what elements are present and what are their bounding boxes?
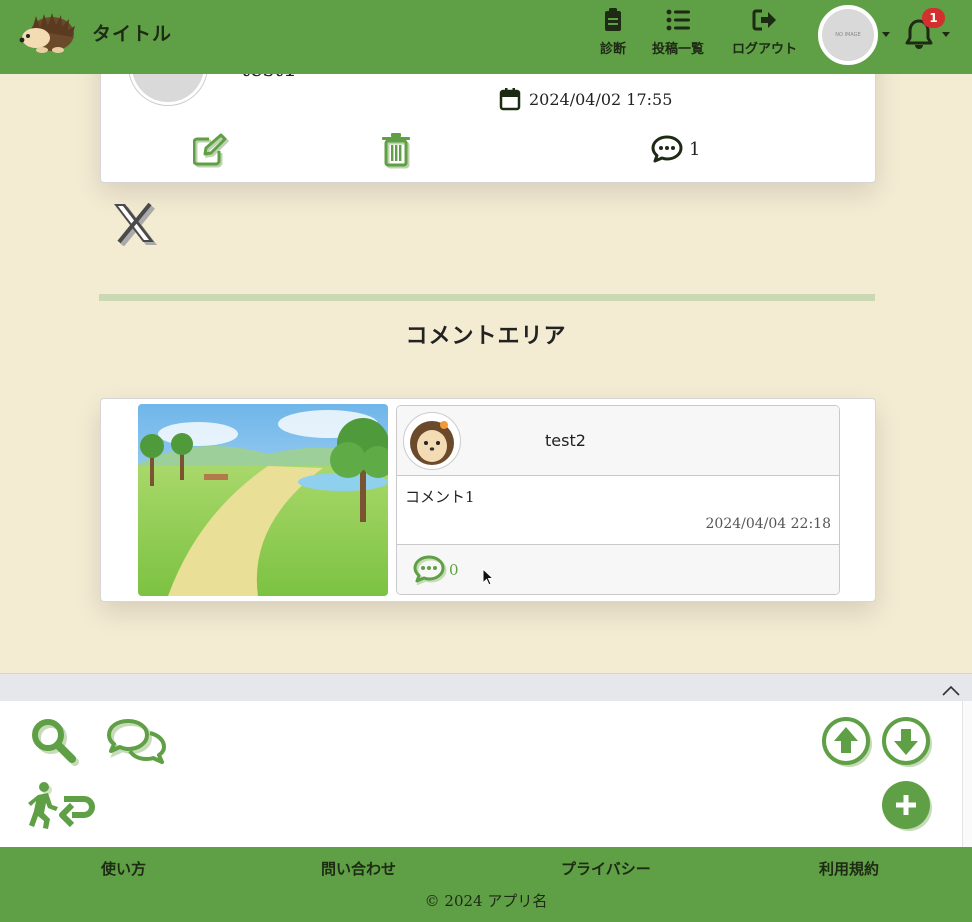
- nav-post-list-label: 投稿一覧: [652, 42, 705, 57]
- post-comment-count-text: 1: [689, 138, 701, 160]
- post-date: 2024/04/02 17:55: [499, 87, 672, 111]
- footer-link-terms[interactable]: 利用規約: [819, 858, 879, 879]
- landscape-illustration: [138, 404, 388, 596]
- search-button[interactable]: [30, 717, 80, 771]
- footer-link-privacy[interactable]: プライバシー: [561, 858, 651, 879]
- scroll-bottom-button[interactable]: [882, 717, 936, 775]
- chevron-up-icon[interactable]: [941, 682, 961, 701]
- reply-bubble-icon: [413, 555, 447, 585]
- comment-area-title: コメントエリア: [405, 323, 567, 349]
- copyright-text: © 2024 アプリ名: [424, 892, 548, 910]
- hedgehog-avatar-icon: [410, 421, 454, 465]
- chat-bubbles-icon: [107, 719, 166, 764]
- arrow-down-circle-icon: [882, 717, 932, 767]
- notification-dropdown-caret-icon[interactable]: [942, 32, 950, 37]
- toolbar-scrollbar[interactable]: [962, 701, 972, 847]
- nav-post-list[interactable]: 投稿一覧: [652, 8, 704, 57]
- list-icon: [666, 9, 690, 31]
- search-icon: [32, 719, 79, 766]
- person-return-icon: [28, 782, 95, 829]
- commenter-username[interactable]: test2: [545, 431, 586, 450]
- mouse-cursor-icon: [482, 567, 495, 590]
- comment-date: 2024/04/04 22:18: [705, 516, 832, 532]
- clipboard-icon: [605, 8, 621, 31]
- no-image-placeholder: NO IMAGE: [822, 9, 874, 61]
- add-post-button[interactable]: [882, 781, 936, 839]
- edit-icon: [192, 133, 230, 168]
- chat-button[interactable]: [106, 717, 170, 773]
- notification-badge: 1: [922, 8, 945, 28]
- reply-count-button[interactable]: 0: [413, 555, 459, 585]
- x-share-icon[interactable]: [112, 202, 160, 250]
- trash-icon: [382, 133, 410, 169]
- footer-link-contact[interactable]: 問い合わせ: [321, 858, 396, 879]
- top-navbar: タイトル 診断 投稿一覧 ログアウト NO IMAGE 1: [0, 0, 972, 74]
- app-title[interactable]: タイトル: [92, 19, 172, 46]
- toolbar-collapse-bar: [0, 673, 972, 702]
- walk-back-button[interactable]: [28, 781, 96, 839]
- comment-header: test2: [397, 406, 839, 476]
- calendar-icon: [499, 88, 521, 111]
- footer: 使い方 問い合わせ プライバシー 利用規約 © 2024 アプリ名: [0, 847, 972, 922]
- commenter-avatar[interactable]: [403, 412, 461, 470]
- comment-footer: 0: [397, 544, 839, 594]
- scroll-top-button[interactable]: [822, 717, 876, 775]
- footer-link-howto[interactable]: 使い方: [101, 858, 146, 879]
- nav-logout-label: ログアウト: [732, 42, 798, 57]
- hedgehog-logo-icon[interactable]: [16, 10, 78, 54]
- avatar-dropdown-caret-icon[interactable]: [882, 32, 890, 37]
- arrow-up-circle-icon: [822, 717, 872, 767]
- post-comment-count[interactable]: 1: [651, 135, 700, 163]
- nav-diagnosis-label: 診断: [600, 42, 627, 57]
- comment-bubble-icon: [651, 135, 683, 163]
- logout-icon: [752, 9, 776, 31]
- user-avatar-button[interactable]: NO IMAGE: [818, 5, 878, 65]
- section-divider: [99, 294, 875, 301]
- comment-item: test2 コメント1 2024/04/04 22:18 0: [396, 405, 840, 595]
- comment-text: コメント1: [405, 488, 475, 506]
- nav-logout[interactable]: ログアウト: [732, 8, 797, 57]
- delete-post-button[interactable]: [381, 133, 415, 173]
- bottom-toolbar: [0, 701, 972, 847]
- nav-diagnosis[interactable]: 診断: [600, 8, 626, 57]
- plus-circle-icon: [882, 781, 932, 831]
- edit-post-button[interactable]: [192, 133, 231, 173]
- reply-count-text: 0: [449, 561, 459, 579]
- post-date-text: 2024/04/02 17:55: [529, 89, 673, 109]
